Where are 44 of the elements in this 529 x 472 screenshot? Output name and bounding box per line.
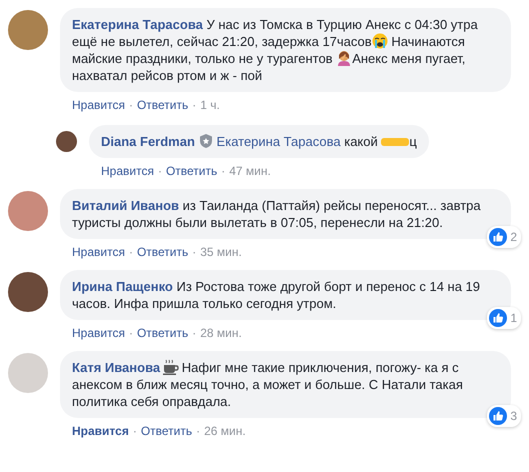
- avatar-photo: [8, 353, 48, 393]
- like-link[interactable]: Нравится: [72, 424, 129, 438]
- separator-dot: ·: [221, 164, 226, 178]
- reply-link[interactable]: Ответить: [136, 245, 188, 259]
- separator-dot: ·: [128, 98, 133, 112]
- crying-face-icon: [372, 33, 388, 49]
- author-link[interactable]: Катя Иванова: [72, 360, 160, 375]
- separator-dot: ·: [132, 424, 137, 438]
- reply-link[interactable]: Ответить: [136, 326, 188, 340]
- comment-text: Diana Ferdman Екатерина Тарасова какой ц: [101, 134, 417, 149]
- separator-dot: ·: [128, 245, 133, 259]
- like-link[interactable]: Нравится: [72, 326, 125, 340]
- like-link[interactable]: Нравится: [72, 245, 125, 259]
- reaction-number: 3: [510, 408, 517, 424]
- separator-dot: ·: [192, 98, 196, 112]
- author-link[interactable]: Ирина Пащенко: [72, 279, 173, 294]
- avatar-photo: [8, 191, 48, 231]
- shield-icon: [198, 133, 214, 149]
- separator-dot: ·: [128, 326, 133, 340]
- reaction-number: 1: [510, 310, 517, 326]
- like-link[interactable]: Нравится: [101, 164, 154, 178]
- reply-link[interactable]: Ответить: [140, 424, 192, 438]
- avatar-photo: [8, 272, 48, 312]
- separator-dot: ·: [192, 326, 196, 340]
- mention-link[interactable]: Екатерина Тарасова: [216, 134, 341, 149]
- separator-dot: ·: [192, 245, 196, 259]
- separator-dot: ·: [158, 164, 162, 178]
- comment-text: Ирина Пащенко Из Ростова тоже другой борт и перенос с 14 на 19 часов. Инфа пришла только сегодня утром.: [72, 279, 480, 311]
- author-link[interactable]: Виталий Иванов: [72, 198, 180, 213]
- like-link[interactable]: Нравится: [72, 98, 125, 112]
- comment-text: Катя Иванова Нафиг мне такие приключения, погожу- ка я с анексом в ближ месяц точно, а может и больше. С Натали такая политика себя оправдала.: [72, 360, 463, 409]
- comment-text: Екатерина Тарасова У нас из Томска в Турцию Анекс с 04:30 утра ещё не вылетел, сейчас 21:20, задержка 17часов Начинаются майские праздники, только не у турагентов Анекс меня пугает, нахватал рейсов ртом и ж - пой: [72, 17, 478, 83]
- avatar-photo: [8, 10, 48, 50]
- coffee-cup-icon: [162, 359, 179, 375]
- author-link[interactable]: Екатерина Тарасова: [72, 17, 203, 32]
- reply-link[interactable]: Ответить: [136, 98, 188, 112]
- author-link[interactable]: Diana Ferdman: [101, 134, 195, 149]
- separator-dot: ·: [196, 424, 200, 438]
- redaction-mark: [381, 138, 410, 146]
- facepalm-icon: [336, 50, 352, 66]
- avatar-photo: [56, 131, 77, 152]
- reply-link[interactable]: Ответить: [166, 164, 218, 178]
- reaction-number: 2: [510, 228, 517, 246]
- comment-text: Виталий Иванов из Таиланда (Паттайя) рейсы переносят... завтра туристы должны были вылетать в 07:05, перенесли на 21:20.: [72, 198, 481, 230]
